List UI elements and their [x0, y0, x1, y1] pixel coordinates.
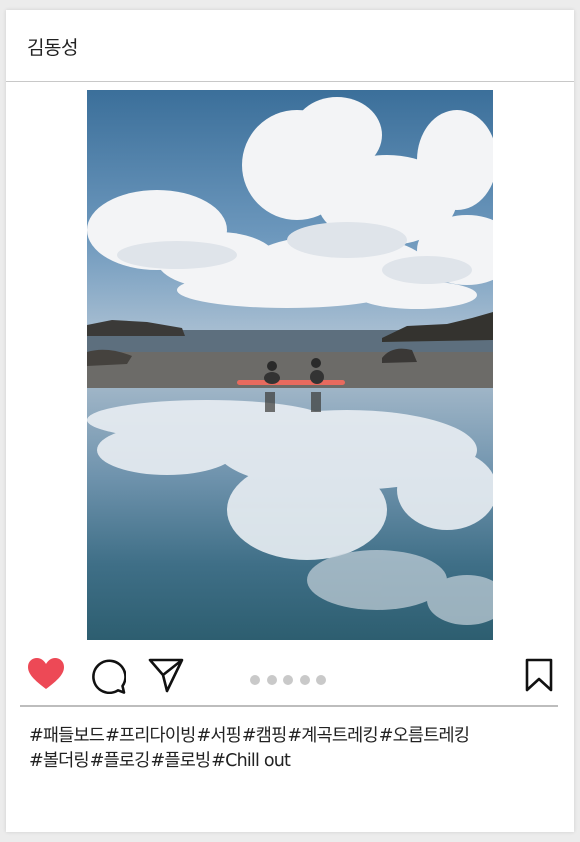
paper-plane-icon[interactable] [148, 657, 184, 697]
username[interactable]: 김동성 [27, 33, 78, 60]
carousel-dot[interactable] [283, 675, 293, 685]
divider [20, 705, 558, 707]
hashtag[interactable]: #볼더링 [29, 751, 90, 771]
post-photo[interactable] [87, 90, 493, 640]
hashtag[interactable]: #프리다이빙 [105, 726, 196, 746]
post-card: 김동성 #패들보드#프리다이빙#서핑#캠핑#계곡트레킹#오름트레킹 #볼더링#플… [6, 10, 574, 832]
heart-icon[interactable] [28, 658, 64, 694]
post-actions [6, 650, 574, 706]
post-header: 김동성 [6, 10, 574, 82]
comment-icon[interactable] [90, 658, 127, 698]
hashtag[interactable]: #캠핑 [242, 726, 287, 746]
hashtag[interactable]: #서핑 [196, 726, 241, 746]
carousel-indicator [250, 675, 333, 687]
hashtags: #패들보드#프리다이빙#서핑#캠핑#계곡트레킹#오름트레킹 #볼더링#플로깅#플로… [29, 724, 559, 774]
hashtag[interactable]: #플로빙 [151, 751, 212, 771]
carousel-dot[interactable] [316, 675, 326, 685]
hashtag[interactable]: #플로깅 [90, 751, 151, 771]
hashtag[interactable]: #패들보드 [29, 726, 105, 746]
hashtag[interactable]: #오름트레킹 [379, 726, 470, 746]
hashtag[interactable]: #계곡트레킹 [287, 726, 378, 746]
hashtag[interactable]: #Chill out [211, 751, 291, 771]
bookmark-icon[interactable] [525, 658, 553, 696]
carousel-dot[interactable] [299, 675, 310, 685]
carousel-dot[interactable] [250, 675, 260, 685]
carousel-dot[interactable] [266, 675, 277, 685]
